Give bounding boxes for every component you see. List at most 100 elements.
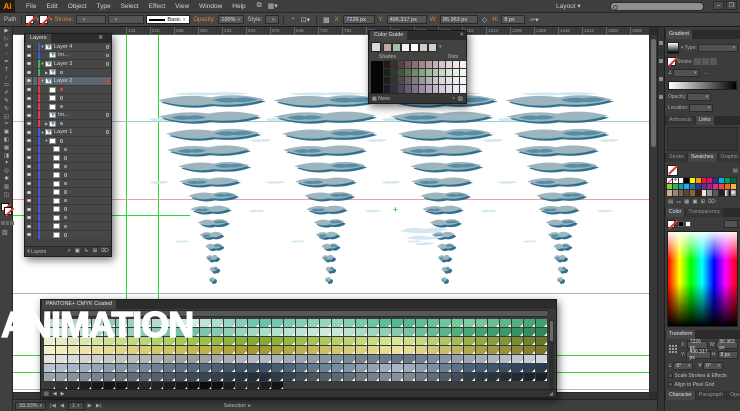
opacity-link[interactable]: Opacity: xyxy=(193,17,215,23)
pantone-swatch[interactable] xyxy=(452,364,463,372)
color-variation-swatch[interactable] xyxy=(398,69,404,77)
swatch[interactable] xyxy=(696,178,701,183)
pantone-swatch[interactable] xyxy=(332,328,343,336)
pantone-swatch[interactable] xyxy=(392,346,403,354)
tab-panel[interactable]: Links xyxy=(696,116,714,125)
layer-thumbnail[interactable] xyxy=(49,69,56,75)
pantone-swatch[interactable] xyxy=(392,355,403,363)
swatch[interactable] xyxy=(725,190,730,195)
pantone-swatch[interactable] xyxy=(440,355,451,363)
color-variation-swatch[interactable] xyxy=(439,69,445,77)
color-variation-swatch[interactable] xyxy=(460,85,466,93)
pantone-swatch[interactable] xyxy=(92,355,103,363)
pantone-swatch[interactable] xyxy=(152,364,163,372)
pantone-swatch[interactable] xyxy=(92,364,103,372)
pantone-swatch[interactable] xyxy=(284,337,295,345)
visibility-eye-icon[interactable] xyxy=(25,188,33,196)
pantone-swatch[interactable] xyxy=(260,319,271,327)
layer-thumbnail[interactable] xyxy=(49,121,56,127)
minimize-button[interactable]: – xyxy=(713,1,724,10)
layer-row[interactable] xyxy=(25,188,111,197)
pantone-swatch[interactable] xyxy=(416,346,427,354)
swatch[interactable] xyxy=(690,184,695,189)
target-icon[interactable] xyxy=(62,182,69,186)
layer-name[interactable]: Layer 4 xyxy=(54,44,104,50)
pantone-swatch[interactable] xyxy=(80,355,91,363)
pantone-swatch[interactable] xyxy=(224,337,235,345)
layer-name[interactable] xyxy=(62,199,111,203)
layer-thumbnail[interactable] xyxy=(53,215,60,221)
pantone-swatch[interactable] xyxy=(260,328,271,336)
reverse-gradient-icon[interactable]: ↔ xyxy=(703,70,708,76)
pantone-swatch[interactable] xyxy=(332,355,343,363)
pantone-swatch[interactable] xyxy=(524,355,535,363)
layer-thumbnail[interactable] xyxy=(45,129,52,135)
visibility-eye-icon[interactable] xyxy=(25,86,33,94)
pantone-swatch[interactable] xyxy=(236,373,247,381)
tornado-artwork[interactable] xyxy=(382,91,504,291)
pantone-swatch[interactable] xyxy=(116,346,127,354)
tornado-artwork[interactable] xyxy=(498,91,620,291)
visibility-eye-icon[interactable] xyxy=(25,120,33,128)
prev-artboard-icon[interactable]: ◀ xyxy=(60,403,64,409)
tool-button[interactable]: ◨ xyxy=(0,152,13,160)
collapsed-dock-strip[interactable] xyxy=(657,27,664,411)
harmony-swatch[interactable] xyxy=(428,43,437,52)
swatch[interactable] xyxy=(713,178,718,183)
resize-grip[interactable]: ◢ xyxy=(549,391,553,397)
tool-button[interactable]: ◫ xyxy=(0,191,13,199)
target-icon[interactable] xyxy=(104,79,111,83)
pantone-swatch[interactable] xyxy=(68,346,79,354)
layer-row[interactable]: ▼Layer 4 xyxy=(25,43,111,52)
pantone-swatch[interactable] xyxy=(320,373,331,381)
tool-button[interactable]: ▷ xyxy=(0,35,13,43)
tool-button[interactable]: ✱ xyxy=(0,175,13,183)
gradient-none-chip[interactable] xyxy=(667,57,676,66)
pantone-swatch[interactable] xyxy=(440,364,451,372)
h-field[interactable]: 8 px xyxy=(501,15,525,24)
layer-name[interactable] xyxy=(62,182,111,186)
target-icon[interactable] xyxy=(62,216,69,220)
swatch[interactable] xyxy=(731,184,736,189)
tool-button[interactable]: ↻ xyxy=(0,105,13,113)
pantone-swatch[interactable] xyxy=(296,319,307,327)
color-variation-swatch[interactable] xyxy=(439,85,445,93)
pantone-swatch[interactable] xyxy=(80,346,91,354)
visibility-eye-icon[interactable] xyxy=(25,77,33,85)
tab-layers[interactable]: Layers xyxy=(26,34,51,43)
swatches-footer-icon[interactable]: ⚏ xyxy=(676,199,681,205)
swatch[interactable] xyxy=(667,190,672,195)
tool-button[interactable]: ✎ xyxy=(0,97,13,105)
pantone-swatch[interactable] xyxy=(416,364,427,372)
swatch[interactable] xyxy=(707,184,712,189)
next-artboard-icon[interactable]: ▶ xyxy=(88,403,92,409)
visibility-eye-icon[interactable] xyxy=(25,52,33,60)
pantone-swatch[interactable] xyxy=(452,319,463,327)
pantone-swatch[interactable] xyxy=(404,319,415,327)
tab-panel[interactable]: Stroke xyxy=(666,153,687,162)
target-icon[interactable] xyxy=(62,207,69,211)
opacity-field[interactable]: 100%▾ xyxy=(218,15,244,24)
pantone-swatch[interactable] xyxy=(164,355,175,363)
harmony-swatch[interactable] xyxy=(401,43,410,52)
black-chip[interactable] xyxy=(678,221,684,227)
layer-thumbnail[interactable] xyxy=(49,87,56,93)
layer-row[interactable]: Im... xyxy=(25,52,111,61)
pantone-swatch[interactable] xyxy=(428,319,439,327)
target-icon[interactable] xyxy=(62,173,69,177)
pantone-swatch[interactable] xyxy=(200,346,211,354)
fill-stroke-indicator[interactable] xyxy=(1,203,13,217)
tab-color-guide[interactable]: Color Guide xyxy=(370,31,407,40)
pantone-swatch[interactable] xyxy=(128,346,139,354)
pantone-swatch[interactable] xyxy=(308,337,319,345)
pantone-swatch[interactable] xyxy=(188,373,199,381)
pantone-swatch[interactable] xyxy=(116,355,127,363)
artboard-field[interactable]: 1▾ xyxy=(68,402,84,410)
color-variation-swatch[interactable] xyxy=(446,85,452,93)
pantone-swatch[interactable] xyxy=(68,355,79,363)
pantone-swatch[interactable] xyxy=(500,355,511,363)
swatch[interactable] xyxy=(719,190,724,195)
target-icon[interactable] xyxy=(58,96,65,100)
pantone-swatch[interactable] xyxy=(464,319,475,327)
target-icon[interactable] xyxy=(62,233,69,237)
